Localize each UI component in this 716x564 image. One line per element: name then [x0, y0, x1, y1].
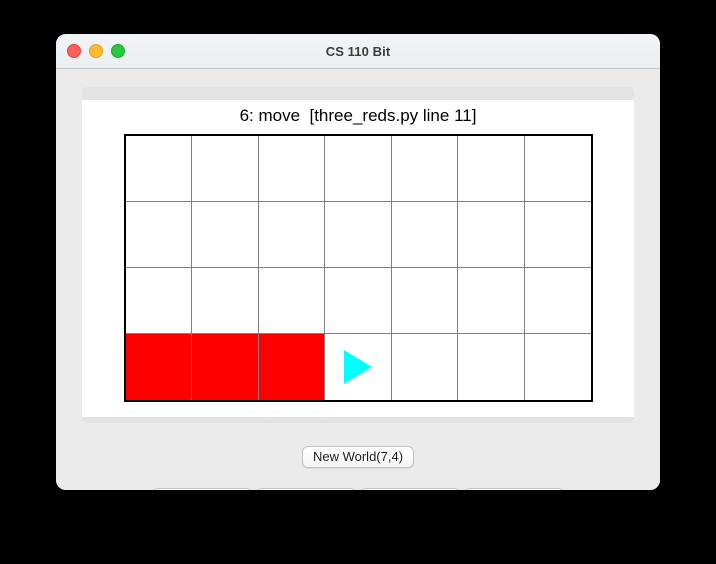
grid-cell-r3c2	[192, 268, 259, 334]
next-step-button[interactable]: Next >	[360, 488, 460, 490]
grid-cell-r1c6	[458, 136, 525, 202]
grid-cell-r4c3	[258, 334, 326, 400]
last-step-button[interactable]: Last >>>	[464, 488, 564, 490]
grid-cell-r4c6	[458, 334, 525, 400]
first-step-button[interactable]: <<< First	[152, 488, 252, 490]
grid-cell-r3c7	[524, 268, 591, 334]
world-grid	[124, 134, 593, 402]
grid-cell-r1c3	[258, 136, 326, 202]
prev-step-button[interactable]: < Prev	[256, 488, 356, 490]
grid-cell-r4c2	[192, 334, 259, 400]
grid-cell-r2c3	[258, 202, 326, 268]
grid-cell-r2c5	[391, 202, 459, 268]
grid-cell-r3c3	[258, 268, 326, 334]
canvas-title: 6: move [three_reds.py line 11]	[239, 106, 477, 125]
grid-cell-r3c5	[391, 268, 459, 334]
world-canvas: 6: move [three_reds.py line 11]	[82, 100, 634, 417]
traffic-light-group	[67, 34, 125, 68]
grid-cell-r3c1	[126, 268, 193, 334]
title-bar: CS 110 Bit	[56, 34, 660, 69]
grid-cell-r1c5	[391, 136, 459, 202]
triangle-right-icon	[343, 350, 372, 384]
new-world-button[interactable]: New World(7,4)	[301, 446, 415, 468]
grid-cell-r4c1	[126, 334, 193, 400]
navigation-row: <<< First < Prev Next > Last >>>	[56, 488, 660, 490]
grid-cell-r2c4	[325, 202, 392, 268]
grid-cell-r1c4	[325, 136, 392, 202]
grid-cell-r1c2	[192, 136, 259, 202]
grid-cell-r1c1	[126, 136, 193, 202]
grid-cell-r3c4	[325, 268, 392, 334]
minimize-window-button[interactable]	[89, 44, 103, 58]
grid-cell-r2c2	[192, 202, 259, 268]
grid-cell-r1c7	[524, 136, 591, 202]
window-body: 6: move [three_reds.py line 11] New Worl…	[56, 69, 660, 490]
grid-cell-r2c7	[524, 202, 591, 268]
maximize-window-button[interactable]	[111, 44, 125, 58]
window-title: CS 110 Bit	[325, 43, 391, 59]
grid-cell-r4c5	[392, 334, 459, 400]
grid-cell-r2c1	[126, 202, 193, 268]
grid-cell-r2c6	[458, 202, 525, 268]
grid-cell-r3c6	[458, 268, 525, 334]
close-window-button[interactable]	[67, 44, 81, 58]
app-window: CS 110 Bit 6: move [three_reds.py line 1…	[56, 34, 660, 490]
canvas-panel: 6: move [three_reds.py line 11]	[82, 87, 634, 423]
new-world-row: New World(7,4)	[56, 446, 660, 468]
grid-cell-r4c4	[325, 334, 392, 400]
grid-cell-r4c7	[525, 334, 591, 400]
